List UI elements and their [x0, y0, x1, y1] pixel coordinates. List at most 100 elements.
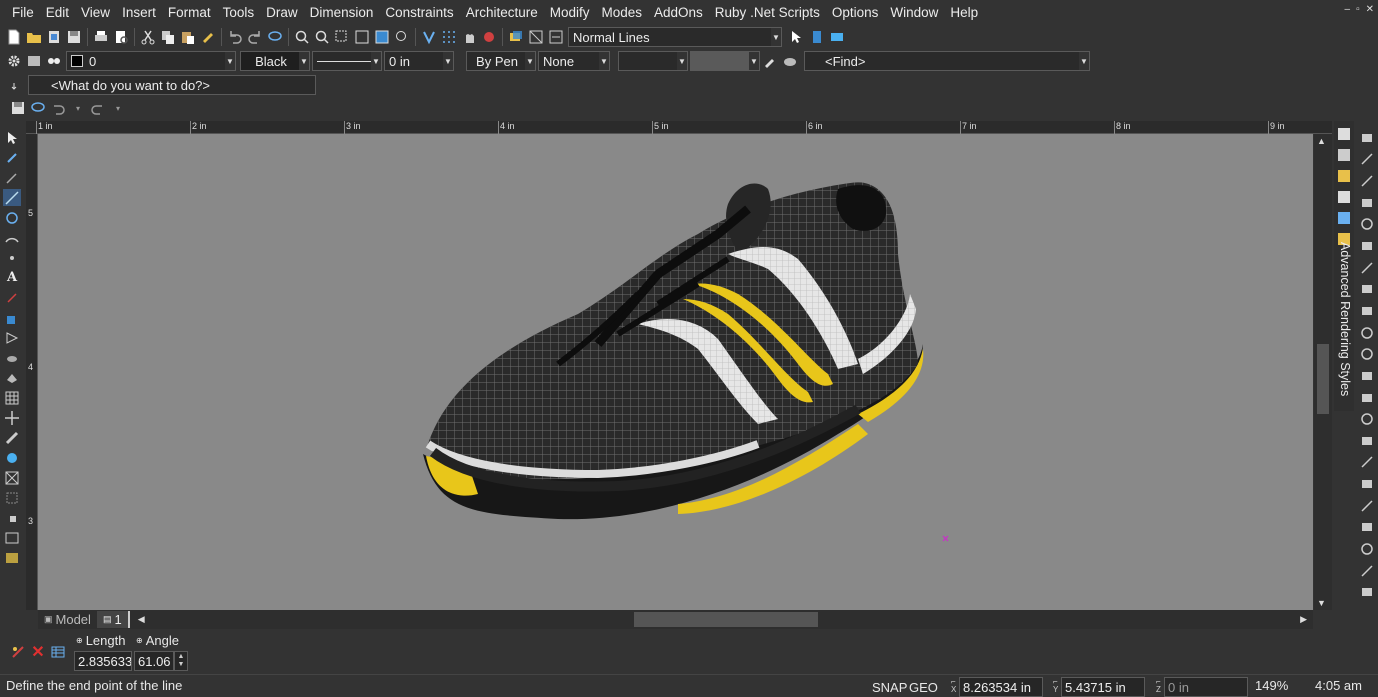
right-tool-22-icon[interactable] — [1358, 583, 1376, 601]
menu-file[interactable]: File — [6, 0, 40, 25]
pen-color-select[interactable]: Black ▼ — [240, 51, 310, 71]
zoom-extents-icon[interactable] — [353, 28, 371, 46]
fill-select[interactable]: None ▼ — [538, 51, 610, 71]
angle-stepper[interactable]: ▲ ▼ — [174, 651, 188, 671]
table-icon[interactable] — [49, 643, 67, 661]
layer-manager-icon[interactable] — [25, 52, 43, 70]
right-tool-5-icon[interactable] — [1358, 216, 1376, 234]
panel-icon-4[interactable] — [1335, 188, 1353, 206]
lock-icon[interactable]: ⊕ — [136, 636, 143, 645]
fill-color-select[interactable]: ▼ — [690, 51, 760, 71]
edit-points-icon[interactable] — [3, 149, 21, 166]
redo-icon[interactable] — [89, 99, 107, 117]
shapes-tool-icon[interactable] — [3, 309, 21, 326]
print-icon[interactable] — [92, 28, 110, 46]
restore-button[interactable]: ▫ — [1356, 4, 1360, 15]
zoom-window-icon[interactable] — [333, 28, 351, 46]
undo-icon[interactable] — [49, 99, 67, 117]
snap-toggle[interactable]: SNAP — [872, 680, 907, 695]
pen-icon[interactable] — [3, 169, 21, 186]
new-file-icon[interactable] — [5, 28, 23, 46]
zoom-previous-icon[interactable] — [393, 28, 411, 46]
eyedropper-icon[interactable] — [761, 52, 779, 70]
solid-tool-icon[interactable] — [3, 349, 21, 366]
line-width-select[interactable]: 0 in ▼ — [384, 51, 454, 71]
horizontal-scroll-thumb[interactable] — [634, 612, 818, 627]
save-icon[interactable] — [65, 28, 83, 46]
tab-model[interactable]: ▣ Model — [38, 611, 97, 628]
snap-icon[interactable] — [420, 28, 438, 46]
drawing-viewport[interactable] — [38, 134, 1313, 610]
menu-draw[interactable]: Draw — [260, 0, 304, 25]
close-button[interactable]: ✕ — [1366, 4, 1374, 15]
right-tool-6-icon[interactable] — [1358, 237, 1376, 255]
mesh-tool-icon[interactable] — [3, 389, 21, 406]
scroll-up-arrow[interactable]: ▲ — [1317, 136, 1326, 146]
what-do-you-want-input[interactable]: <What do you want to do?> — [28, 75, 316, 95]
menu-modify[interactable]: Modify — [544, 0, 596, 25]
right-tool-18-icon[interactable] — [1358, 497, 1376, 515]
text-tool-icon[interactable]: A — [3, 269, 21, 286]
grid-icon[interactable] — [440, 28, 458, 46]
copy-icon[interactable] — [159, 28, 177, 46]
menu-modes[interactable]: Modes — [595, 0, 648, 25]
dimension-tool-icon[interactable] — [3, 289, 21, 306]
zoom-out-icon[interactable] — [313, 28, 331, 46]
line-tool-icon[interactable] — [3, 189, 21, 206]
help-book-icon[interactable] — [808, 28, 826, 46]
menu-format[interactable]: Format — [162, 0, 217, 25]
cancel-icon[interactable]: ✕ — [29, 643, 47, 661]
layout-tool-icon[interactable] — [3, 529, 21, 546]
menu-window[interactable]: Window — [884, 0, 944, 25]
scroll-down-arrow[interactable]: ▼ — [1317, 598, 1326, 608]
menu-architecture[interactable]: Architecture — [460, 0, 544, 25]
undo-icon[interactable] — [226, 28, 244, 46]
advanced-rendering-styles-tab[interactable]: Advanced Rendering Styles — [1336, 242, 1352, 402]
right-tool-8-icon[interactable] — [1358, 280, 1376, 298]
right-tool-17-icon[interactable] — [1358, 475, 1376, 493]
lasso-icon[interactable] — [266, 28, 284, 46]
modify-tool-icon[interactable] — [3, 329, 21, 346]
menu-options[interactable]: Options — [826, 0, 885, 25]
right-tool-11-icon[interactable] — [1358, 345, 1376, 363]
print-preview-icon[interactable] — [112, 28, 130, 46]
menu-help[interactable]: Help — [944, 0, 984, 25]
right-tool-10-icon[interactable] — [1358, 324, 1376, 342]
line-style-select[interactable]: Normal Lines ▼ — [568, 27, 782, 47]
format-painter-icon[interactable] — [199, 28, 217, 46]
arc-tool-icon[interactable] — [3, 229, 21, 246]
right-tool-9-icon[interactable] — [1358, 302, 1376, 320]
layer-visible-icon[interactable] — [45, 52, 63, 70]
pan-hand-icon[interactable] — [460, 28, 478, 46]
menu-constraints[interactable]: Constraints — [379, 0, 459, 25]
right-tool-16-icon[interactable] — [1358, 454, 1376, 472]
circle-tool-icon[interactable] — [3, 209, 21, 226]
zoom-level[interactable]: 149% — [1255, 678, 1288, 693]
zoom-fit-icon[interactable] — [373, 28, 391, 46]
geo-toggle[interactable]: GEO — [909, 680, 938, 695]
cut-icon[interactable] — [139, 28, 157, 46]
right-tool-2-icon[interactable] — [1358, 151, 1376, 169]
camera-tool-icon[interactable] — [3, 489, 21, 506]
help-pointer-icon[interactable] — [788, 28, 806, 46]
vertical-scrollbar[interactable]: ▲ ▼ — [1314, 134, 1332, 610]
paste-icon[interactable] — [179, 28, 197, 46]
surface-tool-icon[interactable] — [3, 429, 21, 446]
redo-dropdown-icon[interactable]: ▾ — [109, 99, 127, 117]
render-settings-icon[interactable] — [3, 449, 21, 466]
panel-icon-1[interactable] — [1335, 125, 1353, 143]
y-coordinate-field[interactable]: 5.43715 in — [1061, 677, 1145, 697]
view-tool-icon[interactable] — [3, 469, 21, 486]
redo-icon[interactable] — [246, 28, 264, 46]
render-icon[interactable] — [480, 28, 498, 46]
menu-ruby-net-scripts[interactable]: Ruby .Net Scripts — [709, 0, 826, 25]
material-icon[interactable] — [781, 52, 799, 70]
minimize-button[interactable]: – — [1345, 4, 1351, 15]
zoom-in-icon[interactable] — [293, 28, 311, 46]
right-tool-4-icon[interactable] — [1358, 194, 1376, 212]
tutorial-icon[interactable] — [828, 28, 846, 46]
panel-icon-2[interactable] — [1335, 146, 1353, 164]
save-icon[interactable] — [9, 99, 27, 117]
right-tool-3-icon[interactable] — [1358, 172, 1376, 190]
lasso-icon[interactable] — [29, 99, 47, 117]
